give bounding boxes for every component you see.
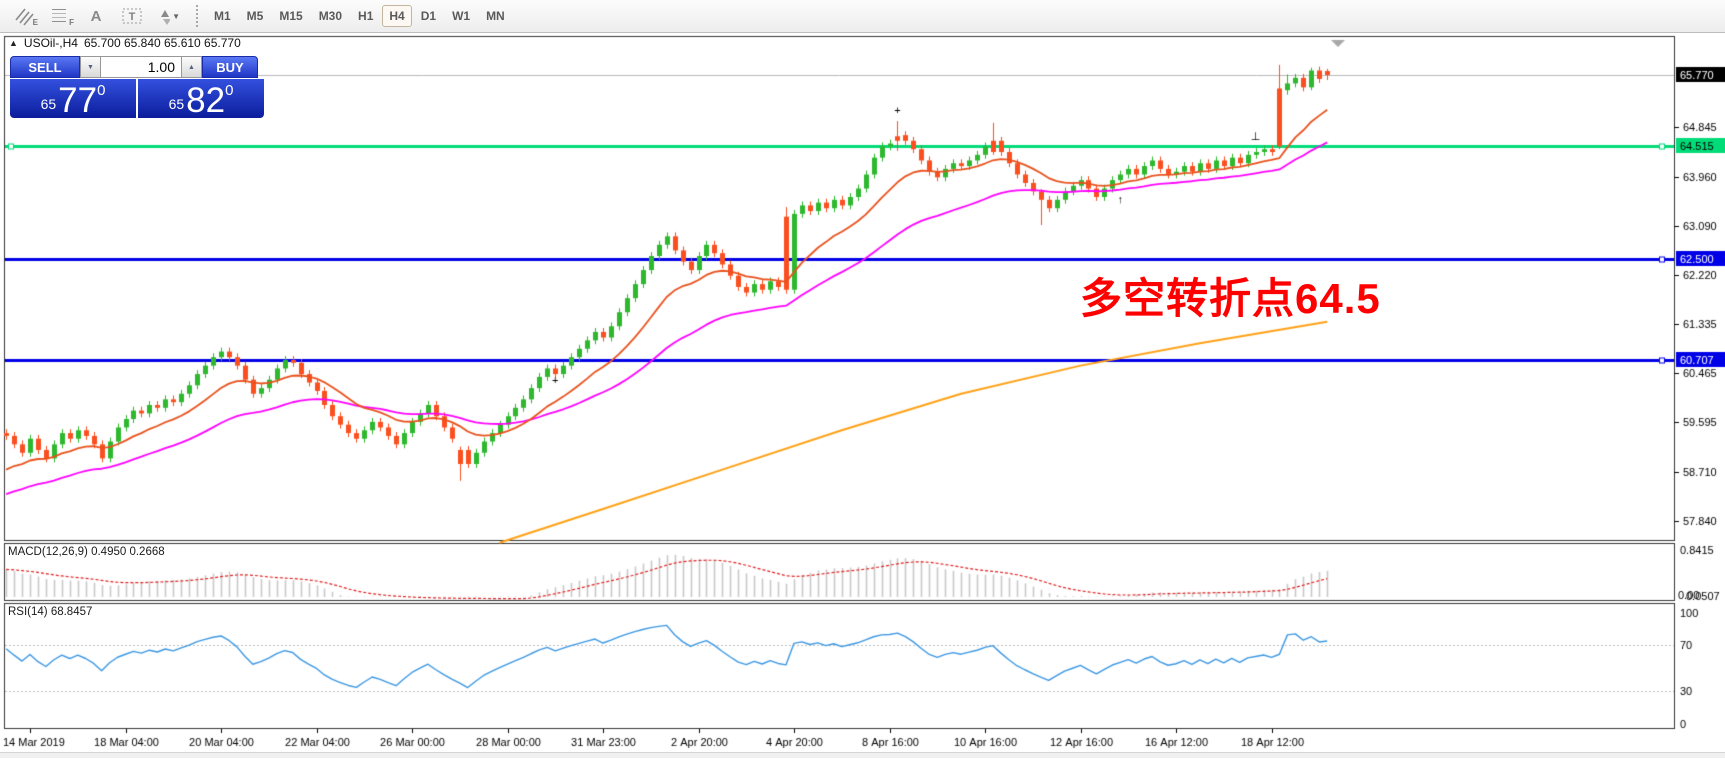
caret-up-icon: ▲ [188, 64, 195, 71]
fibo-tool-f-button[interactable]: F [42, 3, 78, 29]
status-strip [0, 752, 1725, 758]
label-tool-button[interactable]: T [114, 3, 150, 29]
buy-price-display[interactable]: 65 82 0 [138, 79, 264, 118]
tf-button-d1[interactable]: D1 [414, 5, 443, 27]
tf-button-mn[interactable]: MN [479, 5, 512, 27]
sell-price-major: 65 [41, 96, 57, 112]
tf-button-m1[interactable]: M1 [207, 5, 238, 27]
sell-price-pips: 77 [58, 85, 97, 117]
chart-annotation-text[interactable]: 多空转折点64.5 [1080, 265, 1381, 326]
buy-price-pips: 82 [186, 85, 225, 117]
trade-prices-row: 65 77 0 65 82 0 [10, 79, 264, 118]
buy-button[interactable]: BUY [202, 56, 258, 78]
chart-header: ▲ USOil-,H4 65.700 65.840 65.610 65.770 [9, 36, 241, 50]
chevron-down-icon: ▼ [172, 12, 180, 21]
trading-app: E F A T ▼ M [0, 0, 1725, 758]
sell-price-point: 0 [97, 82, 105, 99]
sell-button[interactable]: SELL [10, 56, 80, 78]
text-box-icon: T [121, 6, 143, 26]
sell-price-display[interactable]: 65 77 0 [10, 79, 136, 118]
arrows-tool-button[interactable]: ▼ [150, 3, 186, 29]
toolbar-separator [196, 5, 198, 27]
dotted-grid-icon [50, 6, 70, 26]
macd-label: MACD(12,26,9) 0.4950 0.2668 [8, 546, 165, 558]
draw-tool-e-button[interactable]: E [6, 3, 42, 29]
svg-text:T: T [129, 11, 136, 23]
buy-price-point: 0 [225, 82, 233, 99]
rsi-label: RSI(14) 68.8457 [8, 606, 92, 618]
hatch-lines-icon [14, 6, 34, 26]
text-a-icon: A [91, 8, 102, 25]
symbol-name: USOil-,H4 [24, 36, 78, 50]
tool-letter: F [69, 18, 74, 27]
text-tool-button[interactable]: A [78, 3, 114, 29]
tf-button-h4[interactable]: H4 [382, 5, 411, 27]
tf-button-m15[interactable]: M15 [272, 5, 309, 27]
tf-button-h1[interactable]: H1 [351, 5, 380, 27]
tf-button-m30[interactable]: M30 [312, 5, 349, 27]
volume-increase-button[interactable]: ▲ [181, 56, 202, 78]
one-click-trading-panel: SELL ▼ ▲ BUY 65 77 0 65 82 0 [10, 56, 264, 118]
price-chart-canvas[interactable] [0, 33, 1725, 758]
toolbar: E F A T ▼ M [0, 0, 1725, 33]
tf-button-m5[interactable]: M5 [240, 5, 271, 27]
chart-window: ▲ USOil-,H4 65.700 65.840 65.610 65.770 … [0, 33, 1725, 758]
trade-controls-row: SELL ▼ ▲ BUY [10, 56, 264, 78]
caret-down-icon: ▼ [87, 64, 94, 71]
arrows-icon [156, 6, 170, 26]
buy-price-major: 65 [169, 96, 185, 112]
volume-decrease-button[interactable]: ▼ [80, 56, 101, 78]
volume-input[interactable] [101, 56, 181, 78]
tool-letter: E [33, 18, 38, 27]
tf-button-w1[interactable]: W1 [445, 5, 477, 27]
collapse-icon[interactable]: ▲ [9, 38, 18, 48]
ohlc-values: 65.700 65.840 65.610 65.770 [84, 36, 241, 50]
